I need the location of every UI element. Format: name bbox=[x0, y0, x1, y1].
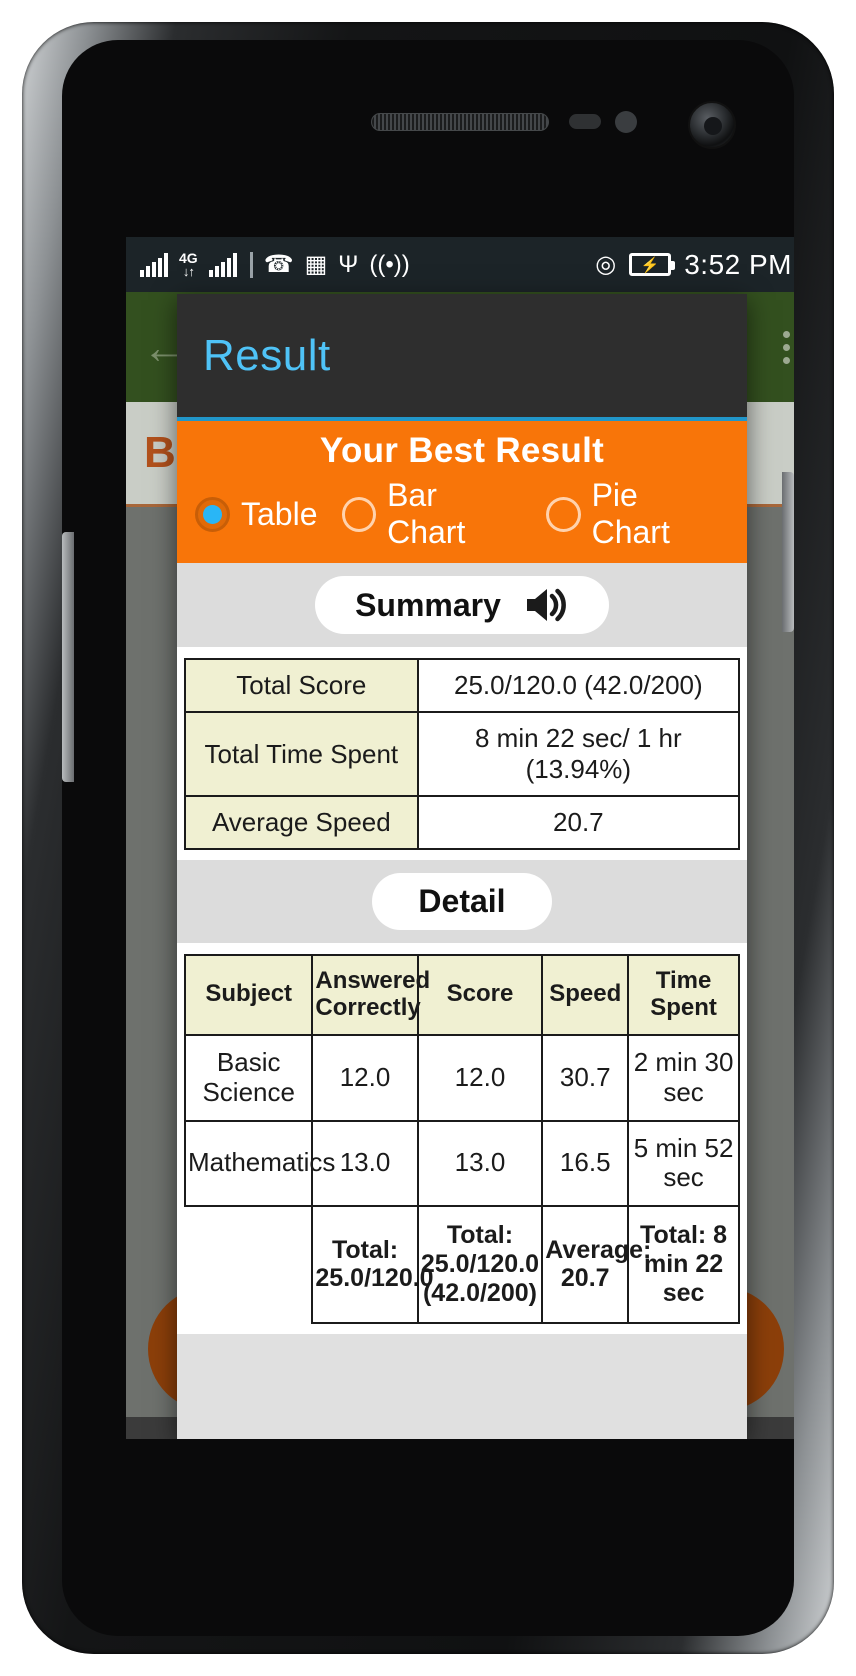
detail-table-wrap: Subject Answered Correctly Score Speed T… bbox=[177, 943, 747, 1334]
status-bar-right-icons: ◎ ⚡ 3:52 PM bbox=[595, 249, 792, 281]
total-cell-speed: Average: 20.7 bbox=[541, 1205, 651, 1324]
table-row: Average Speed 20.7 bbox=[184, 795, 741, 850]
side-button-left[interactable] bbox=[62, 532, 74, 782]
battery-charging-icon: ⚡ bbox=[629, 253, 676, 276]
total-cell-score: Total: 25.0/120.0 (42.0/200) bbox=[416, 1205, 544, 1324]
cell-score: 13.0 bbox=[416, 1119, 544, 1208]
summary-label-avg-speed: Average Speed bbox=[184, 795, 419, 850]
camera-lens bbox=[704, 117, 722, 135]
whatsapp-icon: ☎ bbox=[263, 250, 294, 278]
best-result-banner: Your Best Result Table Bar Chart Pie Cha… bbox=[177, 421, 747, 563]
sd-card-icon: ▦ bbox=[304, 250, 328, 278]
summary-value-avg-speed: 20.7 bbox=[416, 795, 741, 850]
total-cell-answered: Total: 25.0/120.0 bbox=[311, 1205, 434, 1324]
summary-label: Summary bbox=[355, 586, 501, 623]
table-total-row: Total: 25.0/120.0 Total: 25.0/120.0 (42.… bbox=[185, 1205, 740, 1324]
light-sensor bbox=[615, 111, 637, 133]
table-row: Total Score 25.0/120.0 (42.0/200) bbox=[184, 658, 741, 713]
kebab-menu-icon[interactable] bbox=[783, 330, 790, 364]
cell-time: 2 min 30 sec bbox=[627, 1033, 740, 1122]
cell-time: 5 min 52 sec bbox=[627, 1119, 740, 1208]
summary-section-header: Summary bbox=[177, 563, 747, 647]
cell-subject: Mathematics bbox=[183, 1119, 335, 1208]
earpiece-speaker bbox=[371, 113, 549, 131]
summary-label-total-score: Total Score bbox=[184, 658, 419, 713]
detail-pill[interactable]: Detail bbox=[372, 873, 552, 930]
table-header-row: Subject Answered Correctly Score Speed T… bbox=[183, 954, 740, 1036]
radio-button-table[interactable] bbox=[195, 496, 230, 532]
summary-pill[interactable]: Summary bbox=[315, 576, 609, 634]
cell-answered: 12.0 bbox=[311, 1033, 419, 1122]
wifi-hotspot-icon: ((•)) bbox=[369, 250, 410, 278]
table-row: Basic Science 12.0 12.0 30.7 2 min 30 se… bbox=[183, 1033, 740, 1122]
col-header-subject: Subject bbox=[183, 954, 314, 1036]
summary-label-total-time: Total Time Spent bbox=[184, 711, 419, 797]
detail-table: Subject Answered Correctly Score Speed T… bbox=[183, 954, 740, 1324]
radio-button-bar-chart[interactable] bbox=[341, 496, 377, 532]
summary-value-total-time: 8 min 22 sec/ 1 hr (13.94%) bbox=[416, 711, 741, 797]
cell-speed: 30.7 bbox=[541, 1033, 630, 1122]
total-cell-time: Total: 8 min 22 sec bbox=[627, 1205, 740, 1324]
radio-label-bar-chart: Bar Chart bbox=[387, 477, 466, 550]
col-header-score: Score bbox=[416, 954, 544, 1036]
col-header-speed: Speed bbox=[541, 954, 630, 1036]
location-icon: ◎ bbox=[595, 250, 617, 278]
radio-option-pie-chart[interactable]: Pie Chart bbox=[546, 477, 723, 551]
radio-label-pie-chart: Pie Chart bbox=[591, 477, 670, 550]
status-bar-clock: 3:52 PM bbox=[684, 248, 792, 280]
proximity-sensor bbox=[569, 114, 601, 129]
summary-table: Total Score 25.0/120.0 (42.0/200) Total … bbox=[184, 658, 741, 850]
detail-label: Detail bbox=[418, 883, 506, 919]
signal-divider-icon bbox=[249, 251, 253, 278]
col-header-time-spent: Time Spent bbox=[627, 954, 740, 1036]
status-bar-left-icons: 4G ↓↑ ☎ ▦ Ψ ((•)) bbox=[140, 251, 410, 278]
side-button-right[interactable] bbox=[782, 472, 794, 632]
cell-subject: Basic Science bbox=[183, 1033, 314, 1122]
usb-icon: Ψ bbox=[338, 250, 359, 278]
radio-selected-dot bbox=[203, 504, 222, 524]
dialog-title-bar: Result bbox=[177, 294, 747, 421]
dialog-title: Result bbox=[203, 330, 331, 380]
summary-table-wrap: Total Score 25.0/120.0 (42.0/200) Total … bbox=[177, 647, 747, 860]
table-row: Mathematics 13.0 13.0 16.5 5 min 52 sec bbox=[183, 1119, 740, 1208]
dialog-empty-area bbox=[177, 1333, 747, 1439]
cell-speed: 16.5 bbox=[541, 1119, 630, 1208]
table-row: Total Time Spent 8 min 22 sec/ 1 hr (13.… bbox=[184, 711, 741, 797]
front-camera bbox=[688, 101, 736, 149]
status-bar: 4G ↓↑ ☎ ▦ Ψ ((•)) ◎ ⚡ 3:52 PM bbox=[126, 237, 794, 292]
summary-value-total-score: 25.0/120.0 (42.0/200) bbox=[416, 658, 741, 713]
banner-title: Your Best Result bbox=[319, 431, 605, 470]
phone-body: 4G ↓↑ ☎ ▦ Ψ ((•)) ◎ ⚡ 3:52 PM ← Result Y… bbox=[62, 40, 794, 1636]
signal-bars-2-icon bbox=[208, 252, 237, 277]
radio-option-table[interactable]: Table bbox=[195, 496, 318, 533]
radio-option-bar-chart[interactable]: Bar Chart bbox=[341, 477, 523, 551]
col-header-answered-correctly: Answered Correctly bbox=[311, 954, 430, 1036]
phone-frame: 4G ↓↑ ☎ ▦ Ψ ((•)) ◎ ⚡ 3:52 PM ← Result Y… bbox=[22, 22, 834, 1654]
4g-network-icon: 4G ↓↑ bbox=[179, 250, 198, 279]
phone-screen: 4G ↓↑ ☎ ▦ Ψ ((•)) ◎ ⚡ 3:52 PM ← Result Y… bbox=[126, 237, 794, 1439]
radio-label-table: Table bbox=[241, 495, 318, 532]
total-cell-subject bbox=[185, 1206, 314, 1323]
view-mode-radio-group[interactable]: Table Bar Chart Pie Chart bbox=[177, 477, 747, 551]
cell-score: 12.0 bbox=[416, 1033, 544, 1122]
detail-section-header: Detail bbox=[177, 860, 747, 943]
speaker-volume-icon[interactable] bbox=[523, 586, 569, 624]
result-dialog: Result Your Best Result Table Bar Chart … bbox=[177, 294, 747, 1439]
radio-button-pie-chart[interactable] bbox=[546, 496, 581, 532]
signal-bars-icon bbox=[140, 252, 168, 277]
